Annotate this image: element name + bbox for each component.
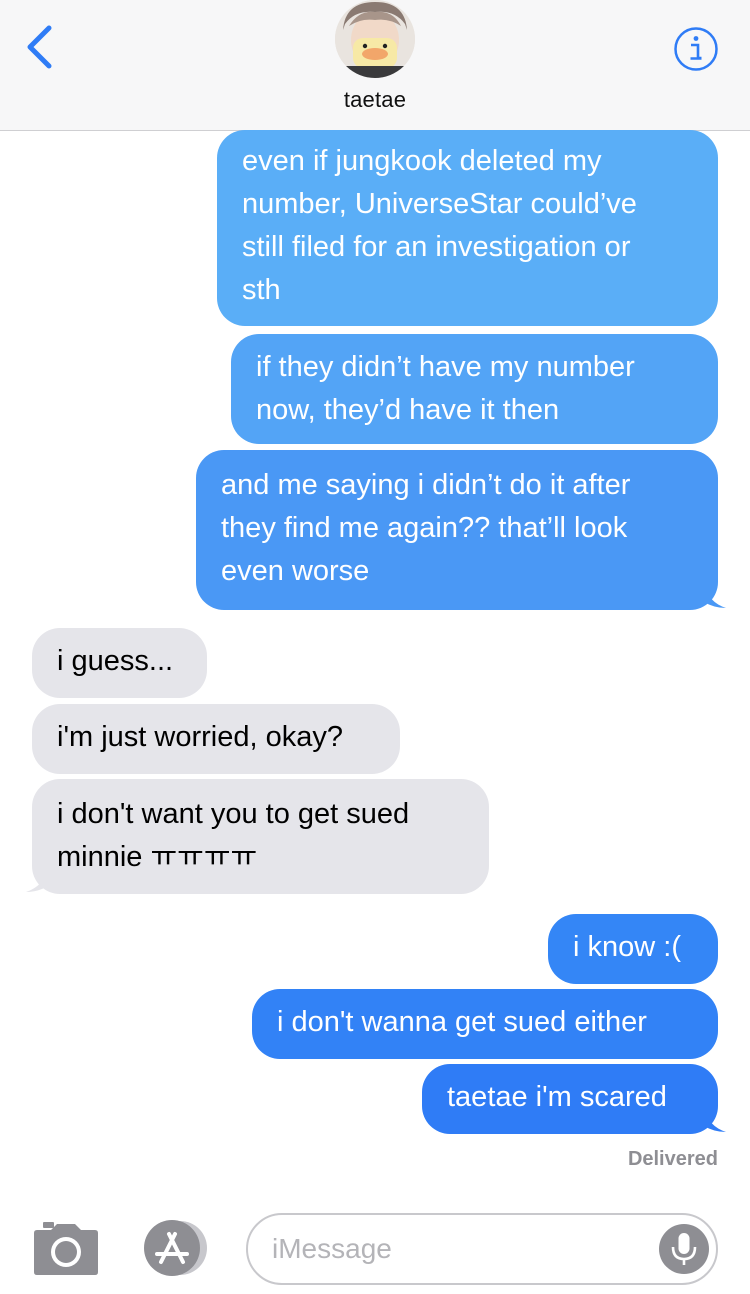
message-bubble-outgoing[interactable]: i don't wanna get sued either [252,989,718,1059]
message-input-placeholder: iMessage [272,1233,392,1264]
message-bubble-outgoing[interactable]: taetae i'm scared [422,1064,718,1134]
message-bubble-incoming[interactable]: i guess... [32,628,207,698]
bubble-tail [704,584,726,608]
bubble-tail [704,1108,726,1132]
avatar-image [335,0,415,78]
info-icon[interactable] [673,26,719,72]
chevron-left-icon[interactable] [22,24,56,70]
message-input[interactable]: iMessage [246,1213,718,1285]
message-bubble-incoming[interactable]: i'm just worried, okay? [32,704,400,774]
delivery-status: Delivered [627,1148,718,1170]
conversation-header: taetae [0,0,750,131]
message-bubble-outgoing[interactable]: i know :( [548,914,718,984]
contact-name[interactable]: taetae [0,87,750,113]
camera-icon[interactable] [33,1220,99,1276]
avatar[interactable] [335,0,415,78]
message-bubble-outgoing[interactable]: and me saying i didn’t do it after they … [196,450,718,610]
message-bubble-outgoing[interactable]: if they didn’t have my number now, they’… [231,334,718,444]
message-bubble-incoming[interactable]: i don't want you to get sued minnie ㅠㅠㅠㅠ [32,779,489,894]
bubble-tail [26,868,48,892]
microphone-icon[interactable] [658,1223,710,1275]
message-bubble-outgoing[interactable]: even if jungkook deleted my number, Univ… [217,130,718,326]
app-store-icon[interactable] [139,1218,213,1278]
